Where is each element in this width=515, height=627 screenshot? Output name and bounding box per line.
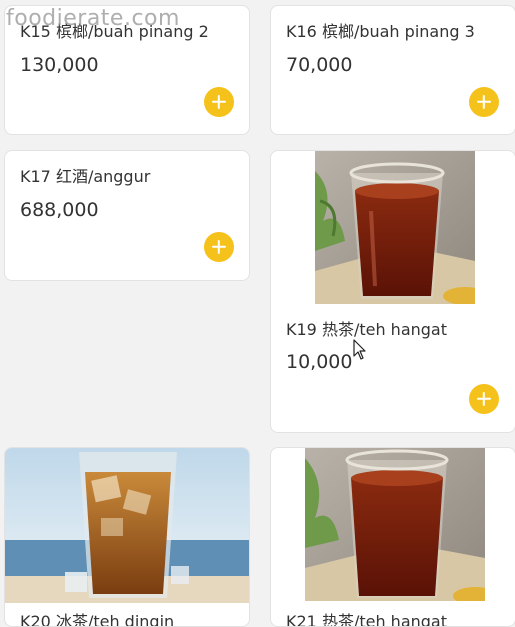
menu-item-name: K16 槟榔/buah pinang 3 [286, 22, 475, 41]
menu-item-name: K17 红酒/anggur [20, 167, 151, 186]
mouse-pointer-icon [353, 339, 366, 360]
add-to-cart-button[interactable] [204, 232, 234, 262]
add-to-cart-button[interactable] [469, 87, 499, 117]
menu-item-name: K19 热茶/teh hangat [286, 320, 447, 339]
hot-tea-image [315, 151, 475, 304]
menu-item-card[interactable]: K19 热茶/teh hangat 10,000 [270, 150, 515, 433]
menu-item-card[interactable]: K17 红酒/anggur 688,000 [4, 150, 250, 281]
add-to-cart-button[interactable] [469, 384, 499, 414]
menu-item-card[interactable]: K20 冰茶/teh dingin [4, 447, 250, 627]
menu-item-price: 70,000 [286, 54, 353, 76]
hot-tea-image [305, 448, 485, 601]
menu-item-price: 10,000 [286, 351, 353, 373]
menu-item-price: 688,000 [20, 199, 99, 221]
menu-item-card[interactable]: K16 槟榔/buah pinang 3 70,000 [270, 5, 515, 135]
menu-item-card[interactable]: K21 热茶/teh hangat [270, 447, 515, 627]
menu-item-name: K20 冰茶/teh dingin [20, 612, 175, 627]
add-to-cart-button[interactable] [204, 87, 234, 117]
watermark-text: foodierate.com [6, 6, 180, 31]
iced-tea-image [5, 448, 249, 603]
menu-item-price: 130,000 [20, 54, 99, 76]
menu-item-name: K21 热茶/teh hangat [286, 612, 447, 627]
